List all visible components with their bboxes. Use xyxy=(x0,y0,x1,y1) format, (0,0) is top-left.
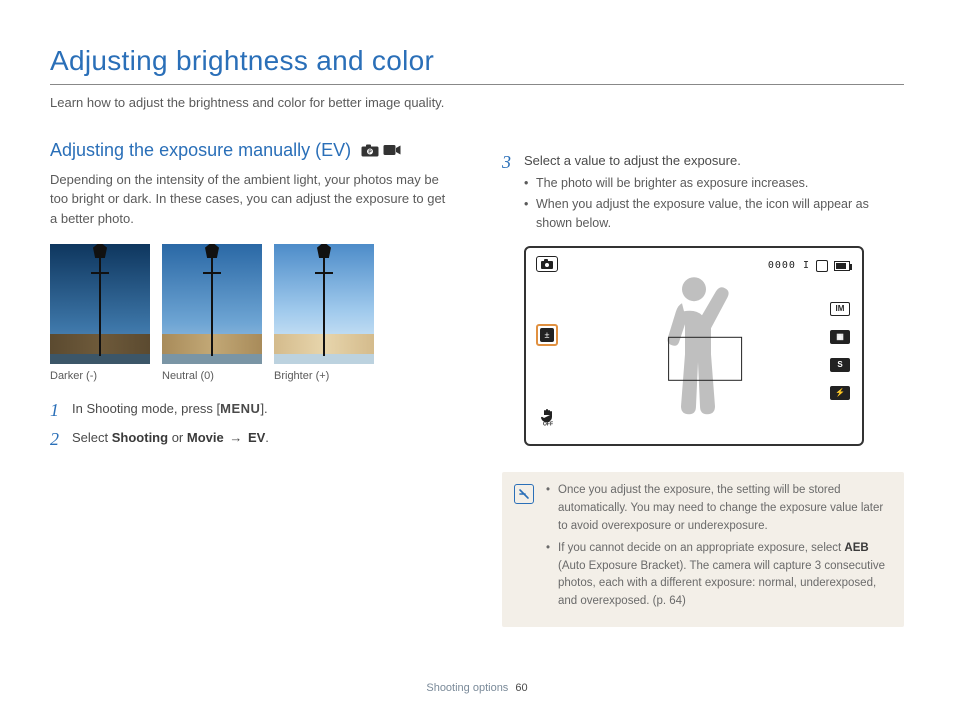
note-icon xyxy=(514,484,534,504)
thumb-image-brighter xyxy=(274,244,374,364)
aeb-label: AEB xyxy=(844,542,868,554)
svg-text:OFF: OFF xyxy=(543,422,553,427)
camera-p-icon: P xyxy=(361,144,379,157)
mode-icon-group: P xyxy=(361,144,401,157)
quality-icon: ▦ xyxy=(830,330,850,344)
ev-indicator-highlighted: ± xyxy=(536,324,558,346)
step-3: Select a value to adjust the exposure. T… xyxy=(502,151,904,233)
step-3-bullet: The photo will be brighter as exposure i… xyxy=(524,174,904,193)
note-text: If you cannot decide on an appropriate e… xyxy=(558,542,844,554)
page-title: Adjusting brightness and color xyxy=(50,40,904,85)
step-3-text: Select a value to adjust the exposure. xyxy=(524,153,741,168)
metering-icon: S xyxy=(830,358,850,372)
focus-box xyxy=(668,337,742,381)
subheading-ev: Adjusting the exposure manually (EV) P xyxy=(50,137,452,164)
ev-description: Depending on the intensity of the ambien… xyxy=(50,170,452,229)
step-1-text-b: ]. xyxy=(260,401,267,416)
subheading-text: Adjusting the exposure manually (EV) xyxy=(50,137,351,164)
note-text: (Auto Exposure Bracket). The camera will… xyxy=(558,560,885,608)
thumb-label: Brighter (+) xyxy=(274,368,374,385)
thumb-image-darker xyxy=(50,244,150,364)
right-column: Select a value to adjust the exposure. T… xyxy=(502,137,904,627)
step-2: Select Shooting or Movie → EV. xyxy=(50,428,452,448)
step-2-text-a: Select xyxy=(72,430,112,445)
exposure-thumbnails: Darker (-) Neutral (0) Brighter (+) xyxy=(50,244,452,385)
note-item: Once you adjust the exposure, the settin… xyxy=(546,482,890,535)
thumb-image-neutral xyxy=(162,244,262,364)
thumb-label: Neutral (0) xyxy=(162,368,262,385)
resolution-icon: IM xyxy=(830,302,850,316)
page-footer: Shooting options 60 xyxy=(0,680,954,697)
step-2-or: or xyxy=(168,430,187,445)
step-3-bullet: When you adjust the exposure value, the … xyxy=(524,195,904,233)
shooting-option: Shooting xyxy=(112,430,168,445)
page-intro: Learn how to adjust the brightness and c… xyxy=(50,93,904,113)
step-1: In Shooting mode, press [MENU]. xyxy=(50,399,452,419)
step-2-end: . xyxy=(265,430,269,445)
left-column: Adjusting the exposure manually (EV) P D… xyxy=(50,137,452,627)
page-number: 60 xyxy=(515,682,527,694)
thumb-darker: Darker (-) xyxy=(50,244,150,385)
thumb-neutral: Neutral (0) xyxy=(162,244,262,385)
viewfinder-preview: 0000 I ± IM ▦ S ⚡ OFF xyxy=(524,246,864,446)
note-item: If you cannot decide on an appropriate e… xyxy=(546,540,890,611)
footer-section: Shooting options xyxy=(426,682,508,694)
thumb-brighter: Brighter (+) xyxy=(274,244,374,385)
ev-option: EV xyxy=(248,430,265,445)
right-icon-stack: IM ▦ S ⚡ xyxy=(830,302,850,400)
movie-option: Movie xyxy=(187,430,224,445)
menu-button-label: MENU xyxy=(220,401,260,416)
flash-icon: ⚡ xyxy=(830,386,850,400)
thumb-label: Darker (-) xyxy=(50,368,150,385)
memory-card-icon xyxy=(816,260,828,272)
arrow-icon: → xyxy=(224,430,248,445)
mode-indicator-icon xyxy=(536,256,558,272)
step-1-text-a: In Shooting mode, press [ xyxy=(72,401,220,416)
shot-counter: 0000 I xyxy=(768,258,810,273)
status-bar: 0000 I xyxy=(768,258,850,273)
battery-icon xyxy=(834,261,850,271)
ev-icon: ± xyxy=(540,328,554,342)
movie-icon xyxy=(383,144,401,156)
note-box: Once you adjust the exposure, the settin… xyxy=(502,472,904,627)
stabilizer-off-icon: OFF xyxy=(538,406,558,432)
